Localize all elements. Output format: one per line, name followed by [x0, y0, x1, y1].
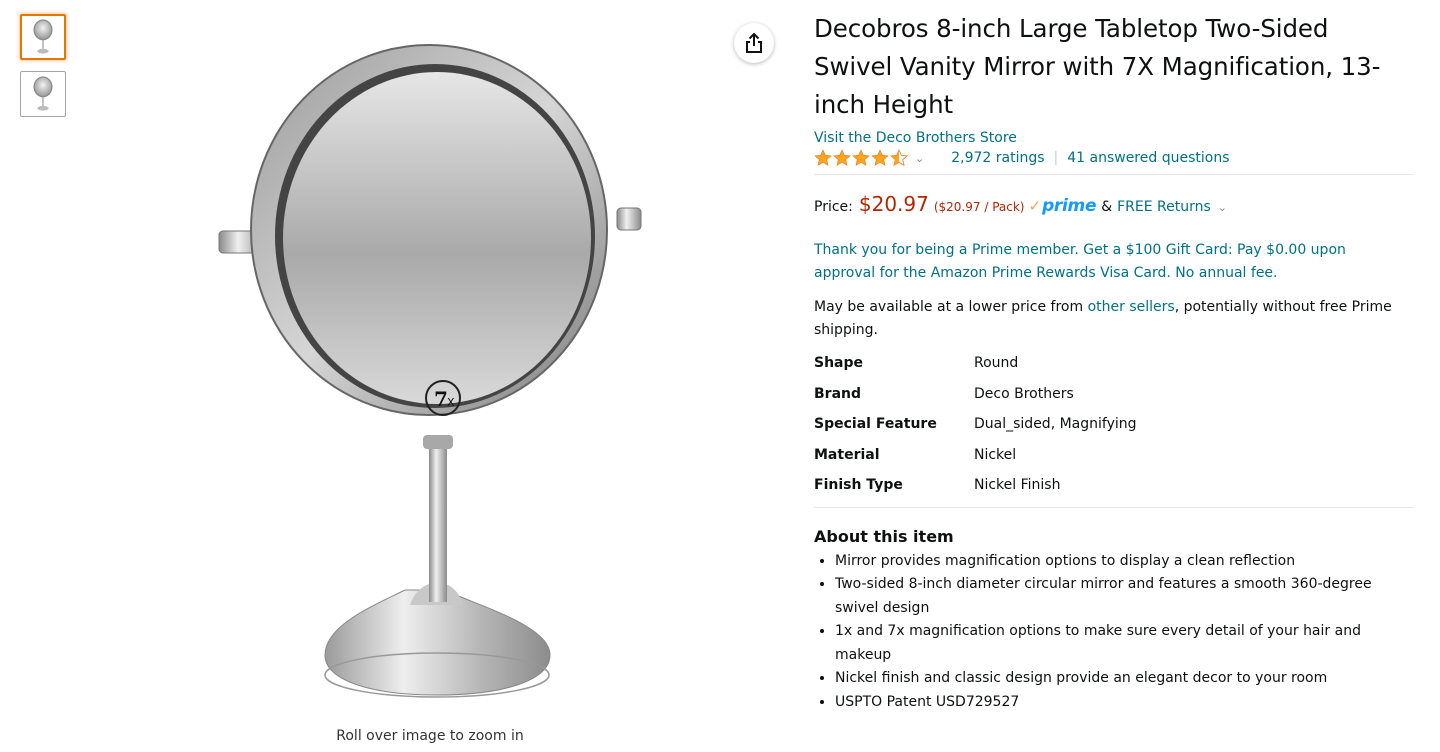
prime-check-icon: ✓ [1028, 197, 1042, 215]
spec-key: Special Feature [814, 416, 937, 433]
svg-text:X: X [447, 396, 455, 409]
spec-row: Special Feature Dual_sided, Magnifying [814, 409, 1137, 440]
spec-key: Shape [814, 355, 864, 372]
about-bullet: Mirror provides magnification options to… [835, 550, 1415, 574]
other-sellers-link[interactable]: other sellers [1088, 299, 1175, 315]
spec-row: Brand Deco Brothers [814, 379, 1137, 410]
star-rating[interactable]: ⌄ [814, 149, 924, 167]
chevron-down-icon[interactable]: ⌄ [915, 152, 924, 165]
store-link[interactable]: Visit the Deco Brothers Store [814, 130, 1017, 146]
about-bullet: USPTO Patent USD729527 [835, 691, 1415, 715]
about-bullet: Nickel finish and classic design provide… [835, 667, 1415, 691]
other-sellers-note: May be available at a lower price from o… [814, 296, 1404, 342]
free-returns-link[interactable]: FREE Returns [1117, 199, 1211, 215]
about-title: About this item [814, 526, 954, 546]
about-bullet: 1x and 7x magnification options to make … [835, 620, 1415, 667]
prime-card-promo-link[interactable]: Thank you for being a Prime member. Get … [814, 239, 1394, 285]
spec-value: Nickel Finish [974, 477, 1061, 494]
answered-questions-link[interactable]: 41 answered questions [1067, 150, 1229, 166]
ratings-count-link[interactable]: 2,972 ratings [951, 150, 1044, 166]
main-product-image[interactable]: 7 X [205, 30, 655, 710]
divider [814, 174, 1414, 175]
spec-row: Shape Round [814, 348, 1137, 379]
zoom-hint: Roll over image to zoom in [336, 728, 524, 744]
about-bullets: Mirror provides magnification options to… [814, 550, 1415, 715]
spec-value: Deco Brothers [974, 385, 1074, 402]
spec-row: Finish Type Nickel Finish [814, 470, 1137, 501]
mirror-front-thumbnail-icon [31, 18, 55, 56]
thumbnail-angle[interactable] [20, 71, 66, 117]
prime-badge: ✓ prime [1028, 196, 1096, 216]
mirror-product-icon: 7 X [218, 44, 642, 698]
spec-key: Brand [814, 385, 862, 402]
price-row: Price: $20.97 ($20.97 / Pack) ✓ prime & … [814, 192, 1414, 216]
star-rating-icon [814, 149, 908, 166]
about-bullet: Two-sided 8-inch diameter circular mirro… [835, 573, 1415, 620]
ampersand: & [1101, 199, 1113, 215]
price-value: $20.97 [858, 192, 929, 216]
mirror-angle-thumbnail-icon [31, 75, 55, 113]
product-title: Decobros 8-inch Large Tabletop Two-Sided… [814, 14, 1381, 119]
share-button[interactable] [734, 23, 774, 63]
rating-row: ⌄ 2,972 ratings | 41 answered questions [814, 147, 1414, 169]
divider [814, 506, 1414, 508]
spec-row: Material Nickel [814, 440, 1137, 471]
prime-logo: prime [1042, 196, 1097, 216]
spec-table: Shape Round Brand Deco Brothers Special … [814, 348, 1137, 501]
thumbnail-list [20, 14, 66, 128]
spec-value: Dual_sided, Magnifying [974, 416, 1137, 433]
spec-value: Round [974, 355, 1019, 372]
seller-note-text: May be available at a lower price from [814, 299, 1088, 315]
spec-value: Nickel [974, 446, 1017, 463]
spec-key: Finish Type [814, 477, 903, 494]
share-icon [746, 32, 762, 53]
product-details: Decobros 8-inch Large Tabletop Two-Sided… [814, 10, 1414, 714]
unit-price: ($20.97 / Pack) [933, 200, 1025, 214]
price-label: Price: [814, 199, 853, 215]
rating-separator: | [1053, 150, 1059, 166]
spec-key: Material [814, 446, 880, 463]
thumbnail-front[interactable] [20, 14, 66, 60]
svg-text:7: 7 [434, 387, 448, 411]
chevron-down-icon[interactable]: ⌄ [1218, 201, 1227, 214]
